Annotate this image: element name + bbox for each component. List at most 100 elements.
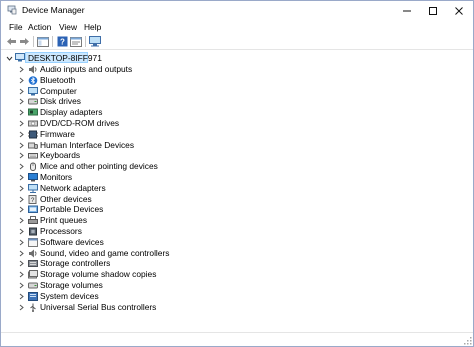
tree-item-label[interactable]: Firmware xyxy=(40,129,75,139)
expand-chevron-icon[interactable] xyxy=(17,86,25,96)
tree-item[interactable]: Monitors xyxy=(1,172,473,183)
expand-chevron-icon[interactable] xyxy=(17,269,25,279)
expand-chevron-icon[interactable] xyxy=(17,172,25,182)
tree-item-label[interactable]: Print queues xyxy=(40,215,87,225)
device-manager-app-icon xyxy=(7,5,17,15)
tree-item-label[interactable]: Sound, video and game controllers xyxy=(40,248,169,258)
expand-chevron-icon[interactable] xyxy=(17,183,25,193)
usb-icon xyxy=(28,303,38,312)
monitor-icon xyxy=(28,173,38,182)
toolbar-separator xyxy=(85,36,86,47)
forward-arrow-icon xyxy=(19,38,29,45)
tree-item-label[interactable]: Display adapters xyxy=(40,107,102,117)
menu-file[interactable]: File xyxy=(7,22,25,32)
tree-item-label[interactable]: Processors xyxy=(40,226,82,236)
tree-item-label[interactable]: Portable Devices xyxy=(40,204,103,214)
expand-chevron-icon[interactable] xyxy=(17,118,25,128)
tree-item-label[interactable]: Disk drives xyxy=(40,96,81,106)
menu-action[interactable]: Action xyxy=(26,22,53,32)
svg-text:?: ? xyxy=(60,38,65,47)
minimize-button[interactable] xyxy=(395,1,419,20)
tree-item[interactable]: Storage volumes xyxy=(1,280,473,291)
minimize-icon xyxy=(403,10,411,11)
tree-item-label[interactable]: Storage volume shadow copies xyxy=(40,269,156,279)
tree-item[interactable]: Universal Serial Bus controllers xyxy=(1,302,473,313)
maximize-button[interactable] xyxy=(421,1,445,20)
expand-chevron-icon[interactable] xyxy=(17,291,25,301)
tree-item-label[interactable]: Bluetooth xyxy=(40,75,75,85)
tree-item[interactable]: Firmware xyxy=(1,129,473,140)
shadow-copy-icon xyxy=(28,270,38,279)
expand-chevron-icon[interactable] xyxy=(17,140,25,150)
back-button[interactable] xyxy=(4,35,18,48)
tree-item[interactable]: Display adapters xyxy=(1,107,473,118)
tree-item[interactable]: Processors xyxy=(1,226,473,237)
tree-item[interactable]: Audio inputs and outputs xyxy=(1,64,473,75)
tree-item[interactable]: Disk drives xyxy=(1,96,473,107)
title-bar[interactable]: Device Manager xyxy=(1,1,473,20)
expand-chevron-icon[interactable] xyxy=(17,75,25,85)
tree-item-label[interactable]: Audio inputs and outputs xyxy=(40,64,132,74)
expand-chevron-icon[interactable] xyxy=(17,129,25,139)
tree-item[interactable]: System devices xyxy=(1,291,473,302)
tree-item[interactable]: Network adapters xyxy=(1,183,473,194)
forward-button[interactable] xyxy=(17,35,31,48)
show-hide-console-tree-button[interactable] xyxy=(36,35,50,48)
tree-item-label[interactable]: Computer xyxy=(40,86,77,96)
menu-bar: File Action View Help xyxy=(1,20,473,34)
tree-item[interactable]: Keyboards xyxy=(1,150,473,161)
tree-item[interactable]: DVD/CD-ROM drives xyxy=(1,118,473,129)
expand-chevron-icon[interactable] xyxy=(17,237,25,247)
device-manager-window: Device Manager File Action View Help ? D… xyxy=(0,0,474,347)
expand-chevron-icon[interactable] xyxy=(17,194,25,204)
expand-chevron-icon[interactable] xyxy=(17,215,25,225)
expand-chevron-icon[interactable] xyxy=(17,96,25,106)
expand-chevron-icon[interactable] xyxy=(17,64,25,74)
properties-button[interactable] xyxy=(69,35,83,48)
expand-chevron-icon[interactable] xyxy=(17,248,25,258)
close-button[interactable] xyxy=(447,1,471,20)
display-adapter-icon xyxy=(28,108,38,117)
expand-chevron-icon[interactable] xyxy=(17,302,25,312)
tree-item-label[interactable]: Storage volumes xyxy=(40,280,103,290)
portable-device-icon xyxy=(28,205,38,214)
menu-help[interactable]: Help xyxy=(82,22,103,32)
expand-chevron-icon[interactable] xyxy=(17,204,25,214)
expand-chevron-icon[interactable] xyxy=(17,107,25,117)
device-tree[interactable]: DESKTOP-8IFF971 Audio inputs and outputs… xyxy=(1,51,473,346)
tree-item[interactable]: Mice and other pointing devices xyxy=(1,161,473,172)
expand-chevron-icon[interactable] xyxy=(17,258,25,268)
tree-item-label[interactable]: Network adapters xyxy=(40,183,106,193)
tree-item-label[interactable]: Keyboards xyxy=(40,150,80,160)
software-device-icon xyxy=(28,238,38,247)
tree-item-label[interactable]: Universal Serial Bus controllers xyxy=(40,302,156,312)
tree-item[interactable]: Print queues xyxy=(1,215,473,226)
collapse-chevron-icon[interactable] xyxy=(5,53,13,63)
root-computer-label[interactable]: DESKTOP-8IFF971 xyxy=(28,53,102,63)
tree-item[interactable]: Storage controllers xyxy=(1,258,473,269)
tree-item[interactable]: Portable Devices xyxy=(1,204,473,215)
tree-item-label[interactable]: System devices xyxy=(40,291,99,301)
scan-hardware-button[interactable] xyxy=(88,35,102,48)
tree-item[interactable]: Storage volume shadow copies xyxy=(1,269,473,280)
help-button[interactable]: ? xyxy=(55,35,69,48)
tree-item-label[interactable]: Other devices xyxy=(40,194,92,204)
expand-chevron-icon[interactable] xyxy=(17,150,25,160)
tree-item-label[interactable]: Monitors xyxy=(40,172,72,182)
tree-item-label[interactable]: DVD/CD-ROM drives xyxy=(40,118,119,128)
toolbar-separator xyxy=(33,36,34,47)
tree-item-label[interactable]: Storage controllers xyxy=(40,258,110,268)
sound-controller-icon xyxy=(28,249,38,258)
dvd-drive-icon xyxy=(28,119,38,128)
menu-view[interactable]: View xyxy=(57,22,79,32)
resize-grip-icon[interactable] xyxy=(462,335,472,345)
tree-item[interactable]: Bluetooth xyxy=(1,75,473,86)
expand-chevron-icon[interactable] xyxy=(17,280,25,290)
expand-chevron-icon[interactable] xyxy=(17,226,25,236)
tree-item-label[interactable]: Human Interface Devices xyxy=(40,140,134,150)
expand-chevron-icon[interactable] xyxy=(17,161,25,171)
toolbar: ? xyxy=(1,34,473,50)
tree-item[interactable]: Software devices xyxy=(1,237,473,248)
tree-item-label[interactable]: Software devices xyxy=(40,237,104,247)
tree-item-label[interactable]: Mice and other pointing devices xyxy=(40,161,158,171)
